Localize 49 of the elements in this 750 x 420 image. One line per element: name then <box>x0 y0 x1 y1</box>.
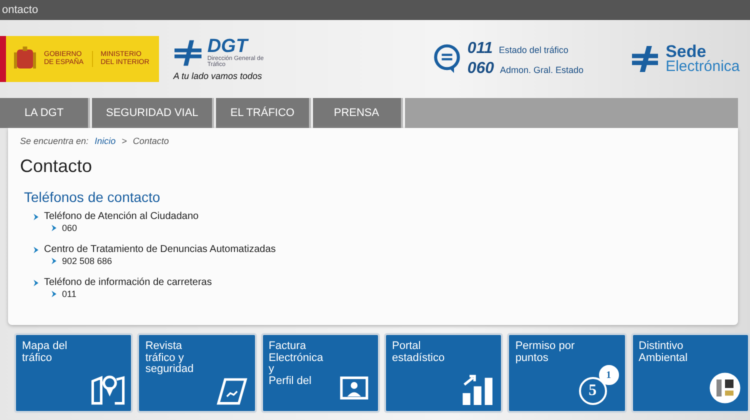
service-tile[interactable]: Factura Electrónica y Perfil del <box>260 333 380 413</box>
service-tile[interactable]: Distintivo Ambiental <box>630 333 750 413</box>
dgt-logo-text: DGT <box>207 37 249 56</box>
sede-logo-subtext: Electrónica <box>666 60 740 74</box>
speech-bubble-icon <box>433 44 462 74</box>
nav-tab[interactable]: PRENSA <box>312 98 402 128</box>
tile-label: Portal estadístico <box>392 341 445 366</box>
service-tile[interactable]: Revista tráfico y seguridad <box>137 333 257 413</box>
tile-label: Mapa del tráfico <box>22 341 68 366</box>
phone-label: Estado del tráfico <box>498 45 568 55</box>
service-tile[interactable]: Portal estadístico <box>384 333 504 413</box>
section-title: Teléfonos de contacto <box>24 189 162 205</box>
slogan: A tu lado vamos todos <box>173 71 264 81</box>
badge-number: 5 <box>578 377 607 405</box>
eco-sticker-icon <box>708 371 742 405</box>
nav-tab[interactable]: SEGURIDAD VIAL <box>92 98 214 128</box>
contact-name: Teléfono de Atención al Ciudadano <box>44 211 199 223</box>
phone-number: 060 <box>467 60 494 78</box>
arrow-icon <box>32 246 40 254</box>
arrow-icon <box>32 213 40 221</box>
arrow-icon <box>50 290 58 298</box>
breadcrumb-label: Se encuentra en: <box>20 136 89 146</box>
sede-logo-text: Sede <box>666 44 706 60</box>
window-title: ontacto <box>2 4 38 16</box>
tile-label: Permiso por puntos <box>515 341 575 366</box>
nav-tab[interactable]: EL TRÁFICO <box>216 98 310 128</box>
cross-logo-icon <box>173 40 204 66</box>
contact-number: 060 <box>62 223 78 234</box>
nav-tab[interactable]: LA DGT <box>0 98 90 128</box>
breadcrumb-separator: > <box>122 136 127 146</box>
tile-label: Factura Electrónica y Perfil del <box>268 341 324 389</box>
phone-number: 011 <box>467 40 493 58</box>
phone-label: Admon. Gral. Estado <box>500 65 584 75</box>
badge-number: 1 <box>598 365 619 385</box>
tile-label: Revista tráfico y seguridad <box>145 341 194 378</box>
page-title: Contacto <box>20 156 94 177</box>
tile-label: Distintivo Ambiental <box>638 341 688 366</box>
contact-name: Teléfono de información de carreteras <box>44 276 212 289</box>
service-tile[interactable]: Permiso por puntos 5 1 <box>507 333 627 413</box>
breadcrumb-link[interactable]: Inicio <box>94 136 116 146</box>
cross-logo-icon <box>632 46 658 72</box>
arrow-icon <box>32 278 40 287</box>
contact-number: 902 508 686 <box>62 256 112 267</box>
arrow-icon <box>50 224 58 232</box>
contact-name: Centro de Tratamiento de Denuncias Automatizadas <box>44 244 276 256</box>
breadcrumb-current: Contacto <box>132 136 169 146</box>
service-tile[interactable]: Mapa del tráfico <box>14 333 134 413</box>
arrow-icon <box>50 257 58 266</box>
contact-number: 011 <box>62 288 76 300</box>
